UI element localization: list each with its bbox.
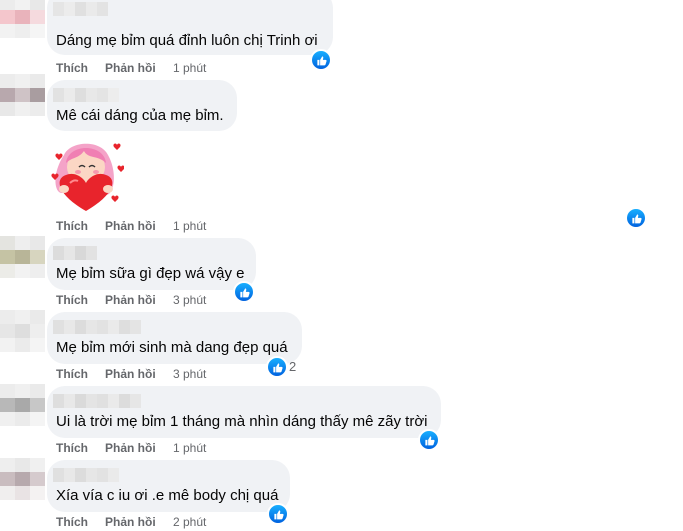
comment-text: Mẹ bỉm mới sinh mà dang đẹp quá — [56, 339, 288, 356]
comment-bubble: Mê cái dáng của mẹ bỉm. — [47, 80, 237, 131]
comment-actions: Thích Phản hồi 1 phút — [56, 219, 206, 233]
commenter-name-blurred[interactable] — [53, 394, 141, 408]
like-reaction-icon[interactable] — [267, 503, 289, 525]
comment-bubble: Mẹ bỉm mới sinh mà dang đẹp quá — [47, 312, 302, 364]
comment-text: Ui là trời mẹ bỉm 1 tháng mà nhìn dáng t… — [56, 413, 428, 430]
comment-text: Dáng mẹ bỉm quá đỉnh luôn chị Trinh ơi — [56, 32, 318, 49]
like-link[interactable]: Thích — [56, 367, 105, 381]
like-reaction-icon[interactable] — [233, 281, 255, 303]
comment-actions: Thích Phản hồi 2 phút — [56, 515, 206, 529]
comment-timestamp[interactable]: 1 phút — [173, 61, 206, 75]
comment-actions: Thích Phản hồi 1 phút — [56, 441, 206, 455]
comment-timestamp[interactable]: 2 phút — [173, 515, 206, 529]
reply-link[interactable]: Phản hồi — [105, 367, 173, 381]
avatar[interactable] — [0, 458, 46, 500]
avatar[interactable] — [0, 0, 46, 38]
reply-link[interactable]: Phản hồi — [105, 515, 173, 529]
commenter-name-blurred[interactable] — [53, 468, 119, 482]
reply-link[interactable]: Phản hồi — [105, 293, 173, 307]
avatar[interactable] — [0, 310, 46, 352]
avatar[interactable] — [0, 384, 46, 426]
comment-bubble: Xía vía c iu ơi .e mê body chị quá — [47, 460, 290, 512]
comment-bubble: Dáng mẹ bỉm quá đỉnh luôn chị Trinh ơi — [47, 0, 333, 55]
like-link[interactable]: Thích — [56, 61, 105, 75]
like-reaction-icon[interactable] — [418, 429, 440, 451]
commenter-name-blurred[interactable] — [53, 2, 108, 16]
reaction-count[interactable]: 2 — [289, 359, 296, 374]
comment-actions: Thích Phản hồi 1 phút — [56, 61, 206, 75]
reply-link[interactable]: Phản hồi — [105, 219, 173, 233]
comment-actions: Thích Phản hồi 3 phút — [56, 367, 206, 381]
heart-girl-sticker[interactable] — [48, 133, 125, 213]
reply-link[interactable]: Phản hồi — [105, 61, 173, 75]
like-link[interactable]: Thích — [56, 293, 105, 307]
like-link[interactable]: Thích — [56, 219, 105, 233]
commenter-name-blurred[interactable] — [53, 246, 97, 260]
comment-text: Mẹ bỉm sữa gì đẹp wá vậy e — [56, 265, 245, 282]
like-reaction-icon[interactable] — [625, 207, 647, 229]
avatar[interactable] — [0, 236, 46, 278]
like-link[interactable]: Thích — [56, 441, 105, 455]
reply-link[interactable]: Phản hồi — [105, 441, 173, 455]
comment-timestamp[interactable]: 3 phút — [173, 367, 206, 381]
commenter-name-blurred[interactable] — [53, 320, 141, 334]
comment-actions: Thích Phản hồi 3 phút — [56, 293, 206, 307]
like-reaction-icon[interactable] — [310, 49, 332, 71]
comment-bubble: Mẹ bỉm sữa gì đẹp wá vậy e — [47, 238, 256, 290]
like-reaction-icon[interactable] — [266, 356, 288, 378]
comment-timestamp[interactable]: 3 phút — [173, 293, 206, 307]
commenter-name-blurred[interactable] — [53, 88, 119, 102]
comment-timestamp[interactable]: 1 phút — [173, 441, 206, 455]
comment-timestamp[interactable]: 1 phút — [173, 219, 206, 233]
like-link[interactable]: Thích — [56, 515, 105, 529]
comment-text: Mê cái dáng của mẹ bỉm. — [56, 107, 224, 124]
comment-bubble: Ui là trời mẹ bỉm 1 tháng mà nhìn dáng t… — [47, 386, 441, 438]
avatar[interactable] — [0, 74, 46, 116]
comment-text: Xía vía c iu ơi .e mê body chị quá — [56, 487, 279, 504]
